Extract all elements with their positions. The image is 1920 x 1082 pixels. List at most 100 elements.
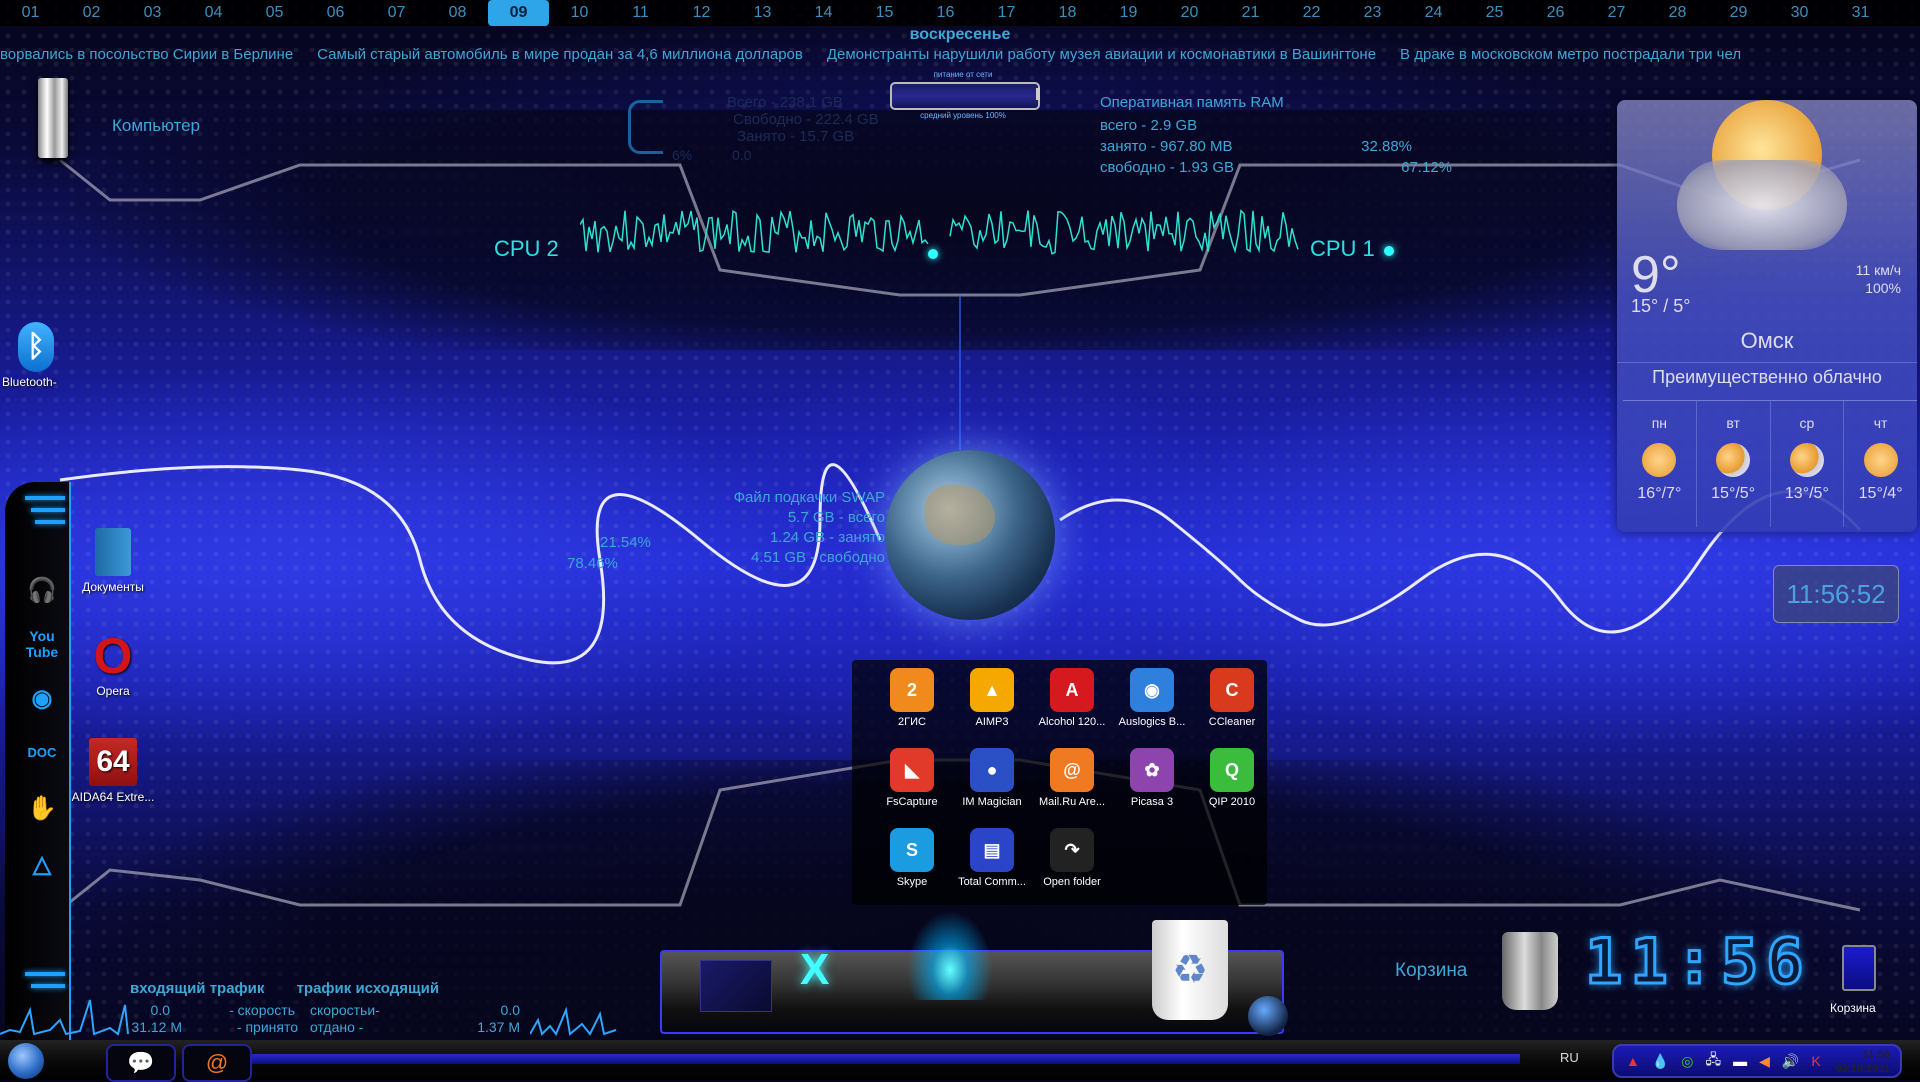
- calendar-day[interactable]: 04: [183, 0, 244, 26]
- weather-humidity: 100%: [1865, 280, 1901, 296]
- calendar-day[interactable]: 18: [1037, 0, 1098, 26]
- documents-label: Документы: [82, 580, 144, 594]
- bluetooth-icon[interactable]: ᛒ: [18, 322, 54, 372]
- launcher-app[interactable]: Q QIP 2010: [1192, 748, 1272, 808]
- news-item[interactable]: В драке в московском метро пострадали тр…: [1400, 46, 1741, 63]
- app-label: Auslogics B...: [1118, 716, 1186, 728]
- launcher-app[interactable]: ◣ FsCapture: [872, 748, 952, 808]
- calendar-day[interactable]: 19: [1098, 0, 1159, 26]
- headphones-icon[interactable]: 🎧: [21, 570, 63, 612]
- news-item[interactable]: Самый старый автомобиль в мире продан за…: [317, 46, 803, 63]
- calendar-day[interactable]: 14: [793, 0, 854, 26]
- calendar-day[interactable]: 05: [244, 0, 305, 26]
- network-icon[interactable]: 🖧: [1706, 1049, 1722, 1073]
- calendar-day[interactable]: 29: [1708, 0, 1769, 26]
- calendar-day[interactable]: 03: [122, 0, 183, 26]
- calendar-day[interactable]: 08: [427, 0, 488, 26]
- calendar-day[interactable]: 13: [732, 0, 793, 26]
- calendar-day[interactable]: 21: [1220, 0, 1281, 26]
- calendar-day[interactable]: 16: [915, 0, 976, 26]
- recycle-cup-icon[interactable]: ♻: [1152, 920, 1228, 1020]
- launcher-app[interactable]: C CCleaner: [1192, 668, 1272, 728]
- opera-shortcut[interactable]: O Opera: [68, 631, 158, 698]
- computer-icon[interactable]: [38, 78, 68, 158]
- aida64-shortcut[interactable]: 64 AIDA64 Extre...: [68, 738, 158, 804]
- kaspersky-icon[interactable]: K: [1811, 1053, 1820, 1069]
- calendar-day[interactable]: 11: [610, 0, 671, 26]
- taskbar-messenger-icon[interactable]: 💬: [106, 1044, 176, 1082]
- eject-icon[interactable]: △: [21, 844, 63, 886]
- calendar-day[interactable]: 31: [1830, 0, 1891, 26]
- hand-icon[interactable]: ✋: [21, 788, 63, 830]
- trash-glass-icon[interactable]: [1502, 932, 1558, 1010]
- calendar-day[interactable]: 23: [1342, 0, 1403, 26]
- calendar-day[interactable]: 27: [1586, 0, 1647, 26]
- calendar-day[interactable]: 22: [1281, 0, 1342, 26]
- launcher-app[interactable]: ● IM Magician: [952, 748, 1032, 808]
- droplet-icon[interactable]: 💧: [1652, 1053, 1669, 1070]
- tray-clock[interactable]: 11:56 09.10.2011: [1836, 1048, 1890, 1076]
- calendar-day[interactable]: 30: [1769, 0, 1830, 26]
- launcher-app[interactable]: S Skype: [872, 828, 952, 888]
- taskbar-mailru-icon[interactable]: @: [182, 1044, 252, 1082]
- app-label: Total Comm...: [958, 876, 1026, 888]
- app-icon: ↷: [1050, 828, 1094, 872]
- news-ticker[interactable]: ворвались в посольство Сирии в Берлине Са…: [0, 46, 1920, 68]
- launcher-app[interactable]: ✿ Picasa 3: [1112, 748, 1192, 808]
- documents-shortcut[interactable]: Документы: [68, 528, 158, 594]
- calendar-day[interactable]: 07: [366, 0, 427, 26]
- app-label: Mail.Ru Are...: [1038, 796, 1106, 808]
- app-label: FsCapture: [886, 796, 938, 808]
- launcher-app[interactable]: ▲ AIMP3: [952, 668, 1032, 728]
- weather-range: 15° / 5°: [1631, 296, 1691, 316]
- alien-icon[interactable]: [1248, 996, 1288, 1036]
- volume-icon[interactable]: 🔊: [1782, 1053, 1799, 1070]
- calendar-day[interactable]: 02: [61, 0, 122, 26]
- calendar-day[interactable]: 10: [549, 0, 610, 26]
- traffic-sent-label: отдано -: [310, 1019, 364, 1035]
- dock-lines-icon: [25, 972, 65, 976]
- youtube-icon[interactable]: You Tube: [21, 624, 63, 666]
- doc-icon[interactable]: DOC: [21, 732, 63, 774]
- trash-label[interactable]: Корзина: [1395, 960, 1467, 982]
- launcher-app[interactable]: A Alcohol 120...: [1032, 668, 1112, 728]
- swap-used: 1.24 GB - занято: [769, 529, 885, 546]
- green-ring-icon[interactable]: ◎: [1681, 1053, 1693, 1070]
- calendar-day[interactable]: 28: [1647, 0, 1708, 26]
- monitor-icon[interactable]: [700, 960, 772, 1012]
- calendar-day[interactable]: 24: [1403, 0, 1464, 26]
- launcher-app[interactable]: ▤ Total Comm...: [952, 828, 1032, 888]
- folder-icon: [95, 528, 131, 576]
- calendar-day[interactable]: 01: [0, 0, 61, 26]
- computer-label[interactable]: Компьютер: [112, 116, 200, 136]
- bluetooth-label[interactable]: Bluetooth-: [2, 375, 57, 389]
- calendar-day[interactable]: 20: [1159, 0, 1220, 26]
- hologram-icon[interactable]: [900, 900, 1000, 1000]
- calendar-day[interactable]: 15: [854, 0, 915, 26]
- calendar-day[interactable]: 17: [976, 0, 1037, 26]
- x-app-icon[interactable]: X: [800, 945, 829, 995]
- calendar-day[interactable]: 12: [671, 0, 732, 26]
- flag-icon[interactable]: ▬: [1733, 1053, 1747, 1069]
- news-item[interactable]: ворвались в посольство Сирии в Берлине: [0, 46, 293, 63]
- alcohol-icon[interactable]: ▲: [1626, 1053, 1640, 1069]
- launcher-app[interactable]: 2 2ГИС: [872, 668, 952, 728]
- swap-free: 4.51 GB - свободно: [751, 549, 885, 566]
- taskbar-stripe: [240, 1054, 1520, 1064]
- recycle-bin-label[interactable]: Корзина: [1830, 1001, 1876, 1015]
- calendar-day[interactable]: 25: [1464, 0, 1525, 26]
- launcher-app[interactable]: ↷ Open folder: [1032, 828, 1112, 888]
- swap-free-pct: 78.46%: [567, 555, 618, 572]
- launcher-app[interactable]: @ Mail.Ru Are...: [1032, 748, 1112, 808]
- news-item[interactable]: Демонстранты нарушили работу музея авиац…: [827, 46, 1376, 63]
- recycle-bin-icon[interactable]: [1842, 945, 1876, 991]
- language-indicator[interactable]: RU: [1560, 1050, 1579, 1065]
- calendar-day[interactable]: 06: [305, 0, 366, 26]
- start-button[interactable]: [8, 1043, 44, 1079]
- calendar-day-active[interactable]: 09: [488, 0, 549, 26]
- traffic-out-speed-label: скоростьи-: [310, 1002, 380, 1018]
- speaker-muted-icon[interactable]: ◀: [1759, 1053, 1770, 1070]
- calendar-day[interactable]: 26: [1525, 0, 1586, 26]
- eye-icon[interactable]: ◉: [21, 678, 63, 720]
- launcher-app[interactable]: ◉ Auslogics B...: [1112, 668, 1192, 728]
